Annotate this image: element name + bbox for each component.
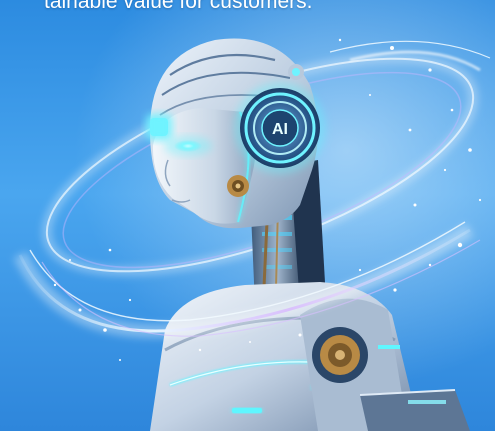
robot-base <box>359 389 470 431</box>
ai-robot-scene: AI <box>0 0 495 431</box>
ai-badge-label: AI <box>272 121 288 138</box>
image-frame: AI tainable value for customers. <box>0 0 495 431</box>
caption-text: tainable value for customers. <box>44 0 313 13</box>
